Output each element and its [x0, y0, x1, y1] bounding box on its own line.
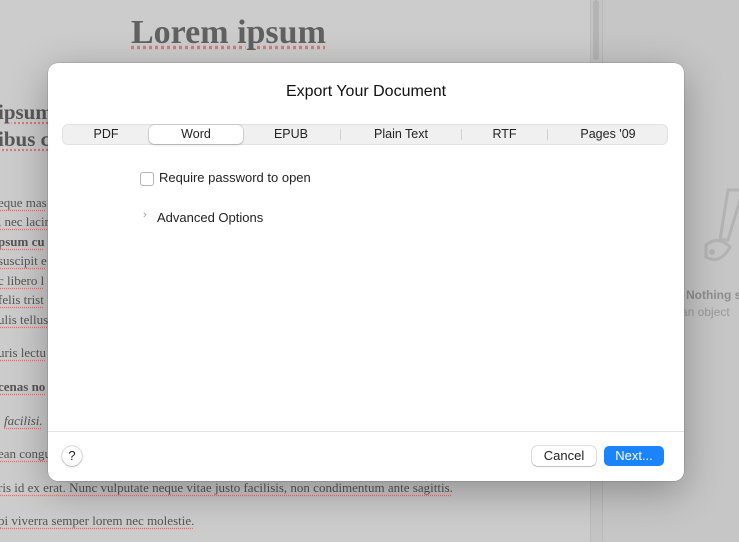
chevron-right-icon[interactable]: ›: [143, 209, 147, 221]
tab-rtf[interactable]: RTF: [462, 125, 547, 144]
require-password-label[interactable]: Require password to open: [159, 170, 311, 185]
tab-plain-text[interactable]: Plain Text: [341, 125, 461, 144]
require-password-checkbox[interactable]: [140, 172, 154, 186]
doc-text: felis trist: [0, 292, 44, 307]
document-heading: Lorem ipsum: [131, 14, 326, 51]
tab-pdf[interactable]: PDF: [63, 125, 149, 144]
tab-word[interactable]: Word: [149, 125, 243, 144]
doc-text: ris id ex erat. Nunc vulputate neque vit…: [0, 480, 453, 495]
next-button[interactable]: Next...: [604, 446, 664, 466]
doc-text: eque mas: [0, 195, 47, 210]
doc-text: uris lectu: [0, 345, 47, 360]
doc-text: cenas no: [0, 379, 46, 394]
scrollbar-thumb[interactable]: [593, 0, 599, 60]
paintbrush-icon: [704, 188, 739, 261]
format-segmented-control: PDF Word EPUB Plain Text RTF Pages '09: [62, 124, 668, 145]
export-dialog: Export Your Document PDF Word EPUB Plain…: [48, 63, 684, 481]
advanced-options-disclosure[interactable]: Advanced Options: [157, 210, 263, 225]
cancel-button[interactable]: Cancel: [532, 446, 596, 466]
empty-state-subtitle: an object: [681, 305, 730, 319]
tab-pages-09[interactable]: Pages '09: [548, 125, 668, 144]
empty-state-title: Nothing s: [686, 288, 739, 302]
footer-divider: [48, 431, 684, 432]
doc-text: ibus c: [0, 127, 50, 151]
doc-text: psum cu: [0, 234, 45, 249]
doc-text: ipsum: [0, 100, 53, 124]
dialog-title: Export Your Document: [285, 83, 447, 100]
doc-text: pi viverra semper lorem nec molestie.: [0, 513, 195, 528]
help-button[interactable]: ?: [62, 446, 82, 466]
doc-text: , nec lacin: [0, 214, 52, 229]
tab-epub[interactable]: EPUB: [243, 125, 339, 144]
doc-text: ean congu: [0, 446, 52, 461]
doc-text: c libero l: [0, 273, 45, 288]
doc-text: ulis tellus: [0, 312, 49, 327]
doc-text: facilisi.: [4, 413, 43, 428]
doc-text: suscipit e: [0, 253, 47, 268]
